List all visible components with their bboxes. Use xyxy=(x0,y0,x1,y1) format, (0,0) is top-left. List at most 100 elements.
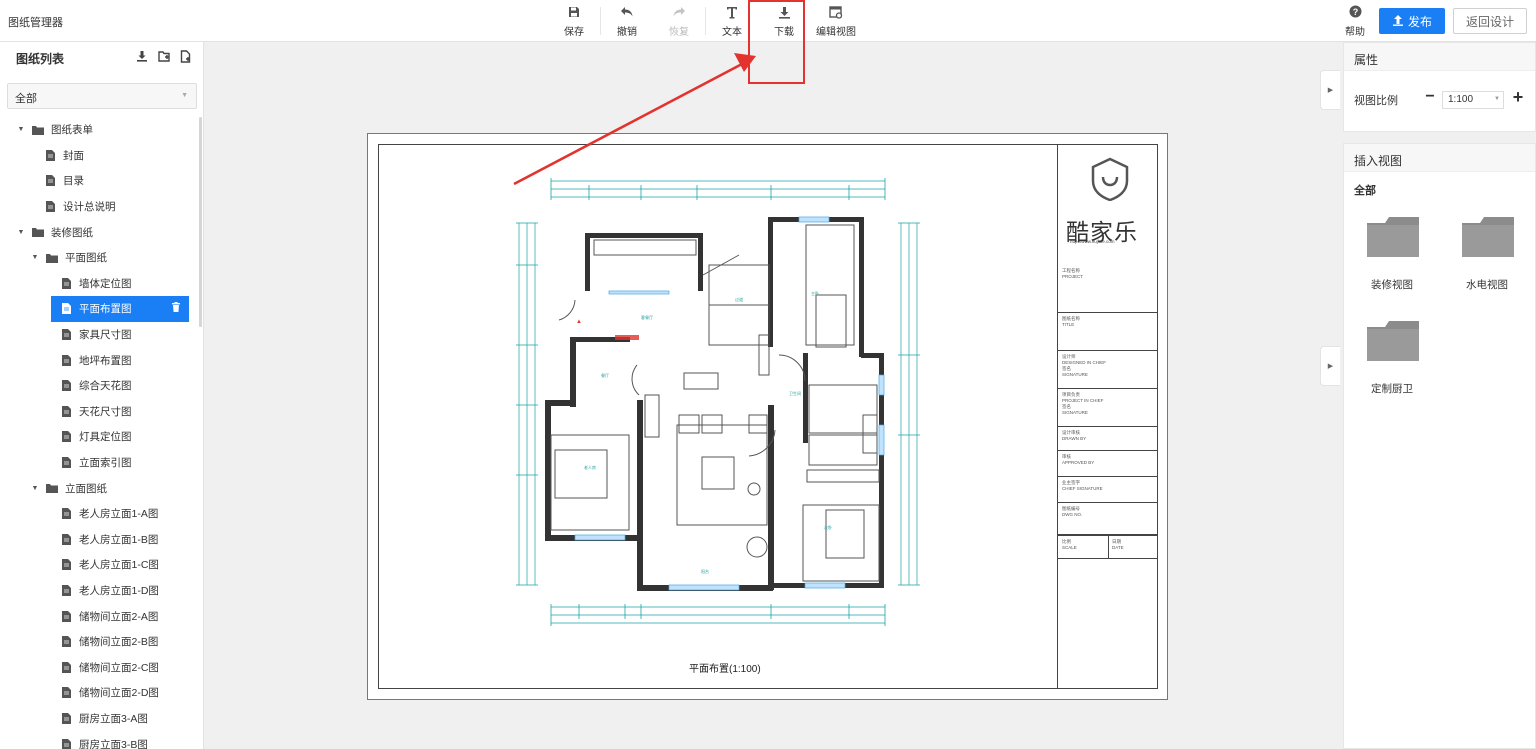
insert-views-title: 插入视图 xyxy=(1344,144,1535,172)
svg-text:阳台: 阳台 xyxy=(701,568,709,574)
help-button[interactable]: ? 帮助 xyxy=(1340,5,1370,38)
tree-folder[interactable]: ▼ 立面图纸 xyxy=(0,475,200,501)
expand-views-toggle[interactable]: ▶ xyxy=(1320,346,1340,386)
caret-down-icon[interactable]: ▼ xyxy=(30,254,40,261)
tree-file[interactable]: 老人房立面1-A图 xyxy=(0,501,200,527)
tree-item-label: 立面图纸 xyxy=(65,482,107,495)
tree-folder[interactable]: ▼ 平面图纸 xyxy=(0,245,200,271)
file-icon xyxy=(60,610,72,622)
publish-button[interactable]: 发布 xyxy=(1379,8,1445,34)
tree-item-label: 地坪布置图 xyxy=(79,354,132,367)
download-all-icon[interactable] xyxy=(135,49,149,63)
drawing-sheet[interactable]: 客餐厅 餐厅 主卧 过道 老人房 次卧 阳台 卫生间 ▲ 平面布置(1:100) xyxy=(367,133,1168,700)
tree-file[interactable]: 灯具定位图 xyxy=(0,424,200,450)
insert-views-filter[interactable]: 全部 xyxy=(1344,172,1535,202)
back-to-design-button[interactable]: 返回设计 xyxy=(1453,8,1527,34)
scale-value: 1:100 xyxy=(1448,94,1474,105)
caret-down-icon[interactable]: ▼ xyxy=(30,485,40,492)
properties-title: 属性 xyxy=(1344,43,1535,71)
drawing-canvas[interactable]: 客餐厅 餐厅 主卧 过道 老人房 次卧 阳台 卫生间 ▲ 平面布置(1:100) xyxy=(205,42,1341,749)
tree-file[interactable]: 储物间立面2-A图 xyxy=(0,603,200,629)
edit-view-button[interactable]: 编辑视图 xyxy=(810,0,862,42)
redo-button[interactable]: 恢复 xyxy=(653,0,705,42)
view-tile-custom-kitchen-bath[interactable]: 定制厨卫 xyxy=(1347,321,1437,411)
add-folder-icon[interactable] xyxy=(157,49,171,63)
tree-file[interactable]: 老人房立面1-C图 xyxy=(0,552,200,578)
tree-folder[interactable]: ▼ 图纸表单 xyxy=(0,117,200,143)
svg-text:客餐厅: 客餐厅 xyxy=(641,314,653,320)
title-block-row: 工程名称 PROJECT xyxy=(1058,265,1158,313)
add-file-icon[interactable] xyxy=(179,49,193,63)
file-icon xyxy=(60,457,72,469)
tree-file[interactable]: 储物间立面2-B图 xyxy=(0,629,200,655)
view-tile-label: 装修视图 xyxy=(1371,279,1413,291)
tree-item-label: 灯具定位图 xyxy=(79,431,132,444)
tree-item-label: 墙体定位图 xyxy=(79,277,132,290)
insert-views-panel: 插入视图 全部 装修视图 水电视图 定制厨卫 xyxy=(1343,143,1536,749)
caret-down-icon[interactable]: ▼ xyxy=(16,126,26,133)
undo-button[interactable]: 撤销 xyxy=(601,0,653,42)
tree-file[interactable]: 墙体定位图 xyxy=(0,271,200,297)
sidebar-header: 图纸列表 xyxy=(0,42,203,72)
sidebar-scrollbar[interactable] xyxy=(199,117,202,327)
tree-file[interactable]: 目录 xyxy=(0,168,200,194)
expand-properties-toggle[interactable]: ▶ xyxy=(1320,70,1340,110)
tree-file[interactable]: 综合天花图 xyxy=(0,373,200,399)
tree-folder[interactable]: ▼ 装修图纸 xyxy=(0,219,200,245)
tree-item-label: 储物间立面2-D图 xyxy=(79,687,159,700)
tree-item-label: 老人房立面1-D图 xyxy=(79,584,159,597)
tree-file[interactable]: 设计总说明 xyxy=(0,194,200,220)
file-icon xyxy=(60,508,72,520)
text-icon xyxy=(724,4,740,20)
tree-item-label: 储物间立面2-A图 xyxy=(79,610,159,623)
tree-file[interactable]: 老人房立面1-B图 xyxy=(0,527,200,553)
tree-file[interactable]: 封面 xyxy=(0,143,200,169)
tree-item-label: 老人房立面1-C图 xyxy=(79,559,159,572)
drawing-filter-select[interactable]: 全部 ▼ xyxy=(7,83,197,109)
title-block-row: 审核 APPROVED BY xyxy=(1058,451,1158,477)
view-tile-decoration[interactable]: 装修视图 xyxy=(1347,217,1437,307)
title-block-text: SIGNATURE xyxy=(1062,372,1088,377)
scale-select[interactable]: 1:100 ▼ xyxy=(1442,91,1504,109)
folder-icon xyxy=(32,124,44,136)
file-icon xyxy=(60,354,72,366)
scale-increase-button[interactable]: + xyxy=(1510,88,1526,107)
tree-file[interactable]: 平面布置图 xyxy=(51,296,189,322)
tree-file[interactable]: 家具尺寸图 xyxy=(0,322,200,348)
svg-text:主卧: 主卧 xyxy=(811,290,819,296)
drawing-tree: ▼ 图纸表单封面 目录 设计总说明 ▼ 装修图纸 ▼ 平面图纸墙体定位图平面布置图家具尺寸图地… xyxy=(0,117,200,749)
floor-plan[interactable]: 客餐厅 餐厅 主卧 过道 老人房 次卧 阳台 卫生间 ▲ 平面布置(1:100) xyxy=(379,145,1057,688)
tree-file[interactable]: 天花尺寸图 xyxy=(0,399,200,425)
tree-item-label: 老人房立面1-B图 xyxy=(79,533,159,546)
save-button[interactable]: 保存 xyxy=(548,0,600,42)
tree-item-label: 平面布置图 xyxy=(79,303,132,316)
sidebar-actions xyxy=(135,49,193,63)
logo-url: http://www.kujiale.com xyxy=(1070,239,1115,244)
title-block-text: TITLE xyxy=(1062,322,1075,327)
file-icon xyxy=(44,201,56,213)
file-icon xyxy=(60,303,72,315)
tree-file[interactable]: 储物间立面2-C图 xyxy=(0,654,200,680)
view-tile-plumbing[interactable]: 水电视图 xyxy=(1442,217,1532,307)
tree-file[interactable]: 厨房立面3-A图 xyxy=(0,706,200,732)
tree-file[interactable]: 立面索引图 xyxy=(0,450,200,476)
svg-text:餐厅: 餐厅 xyxy=(601,372,609,378)
tree-item-label: 立面索引图 xyxy=(79,457,132,470)
title-block-text: APPROVED BY xyxy=(1062,460,1095,465)
scale-decrease-button[interactable]: − xyxy=(1423,89,1437,106)
tree-file[interactable]: 地坪布置图 xyxy=(0,347,200,373)
tree-file[interactable]: 厨房立面3-B图 xyxy=(0,731,200,749)
redo-label: 恢复 xyxy=(669,27,689,38)
title-block-row: 项目负责 PROJECT IN CHIEF 签名 SIGNATURE xyxy=(1058,389,1158,427)
publish-label: 发布 xyxy=(1407,14,1432,29)
view-tile-label: 水电视图 xyxy=(1466,279,1508,291)
delete-icon[interactable] xyxy=(172,302,180,315)
tree-item-label: 图纸表单 xyxy=(51,124,93,137)
tree-item-label: 储物间立面2-C图 xyxy=(79,661,159,674)
svg-text:▲: ▲ xyxy=(576,319,582,325)
caret-down-icon[interactable]: ▼ xyxy=(16,229,26,236)
scale-label: 视图比例 xyxy=(1354,95,1398,107)
svg-text:?: ? xyxy=(1352,7,1358,17)
tree-file[interactable]: 老人房立面1-D图 xyxy=(0,578,200,604)
tree-file[interactable]: 储物间立面2-D图 xyxy=(0,680,200,706)
